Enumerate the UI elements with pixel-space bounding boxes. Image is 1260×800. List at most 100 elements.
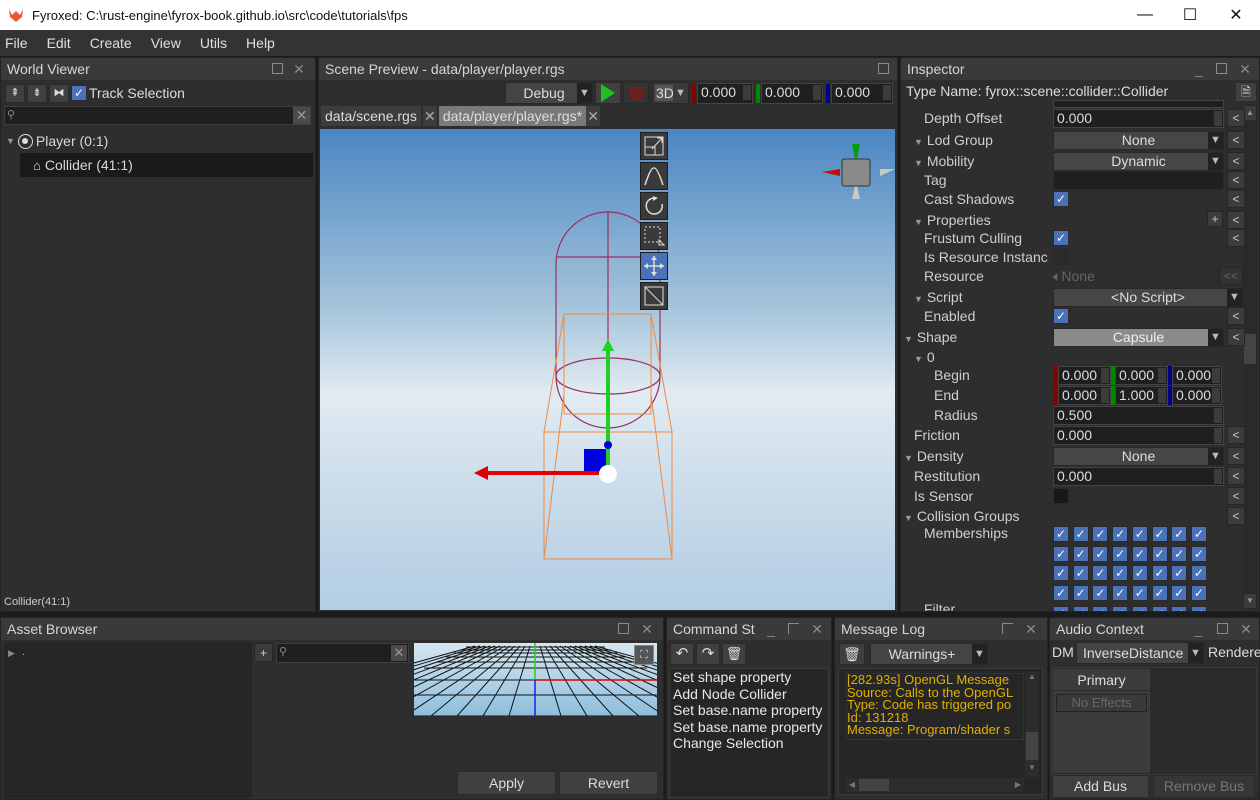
revert-button[interactable]: Revert <box>559 771 658 795</box>
spinner[interactable] <box>1212 368 1220 383</box>
expand-arrow-icon[interactable]: ▼ <box>904 453 913 463</box>
log-filter-dropdown[interactable]: Warnings+ ▼ <box>870 643 988 665</box>
collision-bit-checkbox[interactable]: ✓ <box>1053 606 1069 611</box>
collision-bit-checkbox[interactable]: ✓ <box>1053 565 1069 581</box>
friction-field[interactable]: 0.000 <box>1053 426 1224 445</box>
script-dropdown[interactable]: <No Script> ▼ <box>1053 288 1243 307</box>
menu-edit[interactable]: Edit <box>42 35 80 51</box>
clear-search-button[interactable]: ✕ <box>391 645 407 661</box>
expand-arrow-icon[interactable]: ▼ <box>914 294 923 304</box>
close-window-button[interactable]: ✕ <box>1213 0 1259 30</box>
collision-bit-checkbox[interactable]: ✓ <box>1151 565 1168 581</box>
minimize-button[interactable]: — <box>1122 0 1168 30</box>
add-bus-button[interactable]: Add Bus <box>1052 775 1149 798</box>
begin-y-field[interactable]: 0.000 <box>1115 366 1168 385</box>
fullscreen-preview-button[interactable]: ⛶ <box>634 645 654 665</box>
scroll-right-icon[interactable]: ▶ <box>1012 778 1024 792</box>
collision-bit-checkbox[interactable]: ✓ <box>1171 606 1188 611</box>
maximize-panel-button[interactable] <box>875 61 891 77</box>
collision-bit-checkbox[interactable]: ✓ <box>1131 545 1148 562</box>
add-asset-button[interactable]: + <box>254 643 273 662</box>
command-item[interactable]: Set base.name property <box>670 702 828 719</box>
expand-arrow-icon[interactable]: ▼ <box>6 136 15 146</box>
close-panel-button[interactable]: ✕ <box>639 621 655 637</box>
collision-bit-checkbox[interactable]: ✓ <box>1131 565 1148 581</box>
radius-field[interactable]: 0.500 <box>1053 406 1224 425</box>
scene-viewport[interactable] <box>320 129 895 610</box>
collision-bit-checkbox[interactable]: ✓ <box>1092 606 1109 611</box>
density-dropdown[interactable]: None ▼ <box>1053 447 1224 466</box>
shape-dropdown[interactable]: Capsule ▼ <box>1053 328 1224 347</box>
command-item[interactable]: Set shape property <box>670 669 828 686</box>
reset-all-button[interactable]: << <box>1219 267 1243 285</box>
expand-all-button[interactable]: ⇟ <box>27 83 47 103</box>
maximize-button[interactable]: ☐ <box>1167 0 1213 30</box>
collision-bit-checkbox[interactable]: ✓ <box>1092 526 1109 542</box>
reset-button[interactable]: < <box>1227 507 1245 525</box>
collision-bit-checkbox[interactable]: ✓ <box>1112 565 1129 581</box>
tree-item-collider[interactable]: ⌂ Collider (41:1) <box>20 153 313 177</box>
collision-bit-checkbox[interactable]: ✓ <box>1190 606 1207 611</box>
collision-bit-checkbox[interactable]: ✓ <box>1190 545 1207 562</box>
enabled-checkbox[interactable]: ✓ <box>1053 308 1069 324</box>
collision-bit-checkbox[interactable]: ✓ <box>1092 565 1109 581</box>
menu-create[interactable]: Create <box>85 35 141 51</box>
collision-bit-checkbox[interactable]: ✓ <box>1053 545 1069 562</box>
minimize-panel-button[interactable]: _ <box>763 621 779 637</box>
rotate-tool-button[interactable] <box>640 192 668 220</box>
lod-group-dropdown[interactable]: None ▼ <box>1053 131 1224 150</box>
spinner[interactable] <box>1158 388 1166 403</box>
cast-shadows-checkbox[interactable]: ✓ <box>1053 191 1069 207</box>
reset-button[interactable]: < <box>1227 131 1245 149</box>
expand-arrow-icon[interactable]: ▼ <box>904 513 913 523</box>
redo-button[interactable]: ↷ <box>696 643 720 665</box>
is-resource-instance-checkbox[interactable] <box>1053 249 1069 265</box>
spinner[interactable] <box>743 85 751 100</box>
build-mode-dropdown[interactable]: Debug ▼ <box>505 82 593 104</box>
minimize-panel-button[interactable]: _ <box>1191 61 1207 77</box>
collision-bit-checkbox[interactable]: ✓ <box>1151 606 1168 611</box>
collision-bit-checkbox[interactable]: ✓ <box>1112 584 1129 601</box>
scale-tool-button[interactable] <box>640 132 668 160</box>
scroll-thumb[interactable] <box>1244 334 1256 364</box>
command-item[interactable]: Add Node Collider <box>670 686 828 703</box>
expand-arrow-icon[interactable]: ▶ <box>8 648 15 659</box>
collision-bit-checkbox[interactable]: ✓ <box>1131 584 1148 601</box>
depth-offset-field[interactable]: 0.000 <box>1053 109 1224 128</box>
expand-arrow-icon[interactable]: ▼ <box>914 217 923 227</box>
reset-button[interactable]: < <box>1227 426 1245 444</box>
collision-bit-checkbox[interactable]: ✓ <box>1190 565 1207 581</box>
spinner[interactable] <box>1214 428 1222 443</box>
begin-x-field[interactable]: 0.000 <box>1058 366 1111 385</box>
collision-bit-checkbox[interactable]: ✓ <box>1112 545 1129 562</box>
maximize-panel-button[interactable] <box>269 61 285 77</box>
collision-bit-checkbox[interactable]: ✓ <box>1112 526 1129 542</box>
reset-button[interactable]: < <box>1227 467 1245 485</box>
folder-root[interactable]: . <box>22 646 25 658</box>
expand-arrow-icon[interactable]: ▼ <box>914 354 923 364</box>
track-selection-checkbox[interactable]: ✓ <box>71 85 87 101</box>
close-panel-button[interactable]: ✕ <box>291 61 307 77</box>
restitution-field[interactable]: 0.000 <box>1053 467 1224 486</box>
scroll-up-icon[interactable]: ▲ <box>1025 672 1039 686</box>
inspector-scrollbar[interactable]: ▲ ▼ <box>1243 104 1257 610</box>
spinner[interactable] <box>883 85 891 100</box>
end-x-field[interactable]: 0.000 <box>1058 386 1111 405</box>
collision-bit-checkbox[interactable]: ✓ <box>1131 526 1148 542</box>
maximize-panel-button[interactable] <box>785 621 801 637</box>
collision-bit-checkbox[interactable]: ✓ <box>1092 584 1109 601</box>
collision-bit-checkbox[interactable]: ✓ <box>1072 545 1089 562</box>
reset-button[interactable]: < <box>1227 229 1245 247</box>
tree-item-player[interactable]: ▼ Player (0:1) <box>6 130 108 152</box>
collision-bit-checkbox[interactable]: ✓ <box>1190 526 1207 542</box>
coord-z-field[interactable]: 0.000 <box>831 83 893 104</box>
end-y-field[interactable]: 1.000 <box>1115 386 1168 405</box>
scroll-thumb[interactable] <box>1026 732 1038 760</box>
docs-button[interactable]: 🗎 <box>1235 82 1257 102</box>
reset-button[interactable]: < <box>1227 171 1245 189</box>
spinner[interactable] <box>1101 388 1109 403</box>
play-button[interactable] <box>595 82 621 104</box>
reset-button[interactable]: < <box>1227 307 1245 325</box>
tab-player[interactable]: data/player/player.rgs* <box>438 106 587 126</box>
move-tool-button[interactable] <box>640 252 668 280</box>
